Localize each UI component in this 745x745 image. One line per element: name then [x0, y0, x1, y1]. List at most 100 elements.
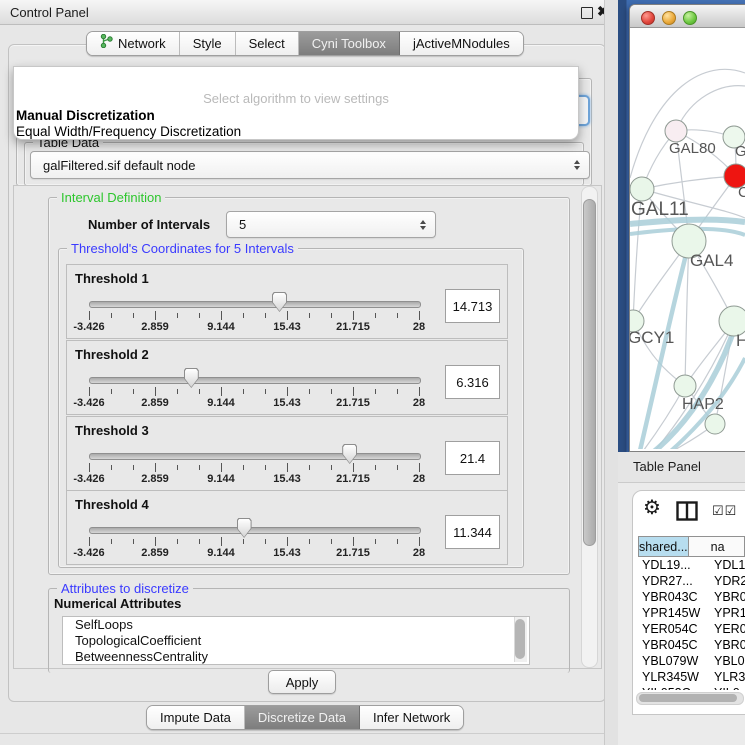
mode-tab-impute-data[interactable]: Impute Data [147, 706, 245, 729]
settings-scrollbar[interactable] [581, 186, 598, 668]
tick-label: 28 [413, 547, 425, 559]
tick-mark [331, 389, 332, 394]
tick-mark [243, 313, 244, 318]
threshold-slider-handle[interactable] [237, 518, 252, 538]
tab-select[interactable]: Select [236, 32, 299, 55]
top-right-node-label: G [735, 143, 745, 160]
cell-shared-name: YLR345W [638, 669, 710, 685]
table-row[interactable]: YBR043CYBR0 [638, 589, 745, 605]
tick-label: 2.859 [141, 397, 169, 409]
tick-mark [331, 539, 332, 544]
panel-divider[interactable] [604, 0, 619, 745]
table-row[interactable]: YPR145WYPR1 [638, 605, 745, 621]
split-columns-icon[interactable] [676, 501, 698, 526]
threshold-slider-handle[interactable] [342, 444, 357, 464]
tick-label: 9.144 [207, 321, 235, 333]
settings-scrollbar-thumb[interactable] [583, 199, 596, 546]
node-attribute-table[interactable]: shared... na YDL19...YDL1YDR27...YDR2YBR… [638, 536, 745, 690]
threshold-value-field[interactable]: 21.4 [445, 441, 500, 475]
float-window-icon[interactable] [581, 7, 593, 19]
threshold-slider-track[interactable] [89, 377, 421, 384]
threshold-value-field[interactable]: 6.316 [445, 365, 500, 399]
gal80-node-label: GAL80 [669, 140, 716, 157]
table-row[interactable]: YBR045CYBR0 [638, 637, 745, 653]
apply-button-label: Apply [286, 675, 319, 690]
tick-mark [199, 389, 200, 394]
numerical-attributes-label: Numerical Attributes [54, 596, 181, 611]
network-edge[interactable] [642, 176, 736, 189]
popup-option-manual-discretization[interactable]: Manual Discretization [16, 108, 155, 123]
numerical-attributes-list[interactable]: SelfLoopsTopologicalCoefficientBetweenne… [62, 616, 530, 665]
cell-name: YBL0 [710, 653, 745, 669]
threshold-slider-track[interactable] [89, 527, 421, 534]
table-row[interactable]: YER054CYER0 [638, 621, 745, 637]
table-row[interactable]: YDL19...YDL1 [638, 557, 745, 573]
mac-minimize-icon[interactable] [662, 11, 676, 25]
threshold-value-field[interactable]: 11.344 [445, 515, 500, 549]
tick-mark [309, 313, 310, 318]
combo-spinner-icon [574, 160, 580, 170]
tab-jactivemnodules[interactable]: jActiveMNodules [400, 32, 523, 55]
number-of-intervals-value: 5 [239, 217, 246, 232]
table-row[interactable]: YLR345WYLR3 [638, 669, 745, 685]
tick-mark [265, 313, 266, 318]
attribute-list-item[interactable]: TopologicalCoefficient [63, 633, 529, 649]
tab-label: Network [118, 32, 166, 55]
tick-mark [419, 463, 420, 472]
bottom-node[interactable] [705, 414, 725, 434]
threshold-slider-handle[interactable] [272, 292, 287, 312]
attribute-list-item[interactable]: SelfLoops [63, 617, 529, 633]
window-bottom-edge [0, 733, 612, 734]
hap2-node[interactable] [674, 375, 696, 397]
slider-ticks [89, 387, 419, 396]
gear-icon[interactable]: ⚙ [643, 498, 661, 518]
mode-tab-infer-network[interactable]: Infer Network [360, 706, 463, 729]
slider-tick-labels: -3.4262.8599.14415.4321.71528 [89, 397, 419, 409]
select-columns-checkbox-icons[interactable]: ☑☑ [712, 503, 737, 519]
mac-close-icon[interactable] [641, 11, 655, 25]
tick-label: 21.715 [336, 321, 370, 333]
tab-network[interactable]: Network [87, 32, 180, 55]
interval-definition-title: Interval Definition [57, 190, 165, 205]
h-node-label: H [736, 331, 745, 350]
threshold-slider-track[interactable] [89, 453, 421, 460]
network-edge[interactable] [630, 69, 745, 178]
tick-label: -3.426 [73, 473, 104, 485]
tick-mark [111, 465, 112, 470]
attribute-list-item[interactable]: BetweennessCentrality [63, 649, 529, 665]
threshold-slider-handle[interactable] [184, 368, 199, 388]
threshold-label: Threshold 2 [75, 347, 149, 362]
network-canvas[interactable]: GAL80GCGAL11GAL4GCY1HHAP2 [630, 28, 745, 449]
apply-button[interactable]: Apply [268, 670, 336, 694]
network-edge[interactable] [676, 86, 745, 131]
network-edge[interactable] [630, 386, 685, 449]
table-horizontal-scrollbar-thumb[interactable] [639, 694, 737, 702]
attributes-scrollbar-thumb[interactable] [515, 619, 525, 659]
column-header-name[interactable]: na [689, 536, 745, 557]
threshold-value-field[interactable]: 14.713 [445, 289, 500, 323]
column-header-shared-name[interactable]: shared... [638, 536, 689, 557]
table-row[interactable]: YDR27...YDR2 [638, 573, 745, 589]
mac-zoom-icon[interactable] [683, 11, 697, 25]
tick-mark [309, 465, 310, 470]
threshold-slider-track[interactable] [89, 301, 421, 308]
tick-label: 28 [413, 473, 425, 485]
tick-mark [265, 465, 266, 470]
gal80-node[interactable] [665, 120, 687, 142]
tab-style[interactable]: Style [180, 32, 236, 55]
popup-option-equal-width-frequency[interactable]: Equal Width/Frequency Discretization [16, 124, 241, 139]
table-data-combo[interactable]: galFiltered.sif default node [30, 151, 590, 179]
tab-cyni-toolbox[interactable]: Cyni Toolbox [299, 32, 400, 55]
table-row[interactable]: YBL079WYBL0 [638, 653, 745, 669]
number-of-intervals-combo[interactable]: 5 [226, 211, 436, 238]
mode-tab-label: Impute Data [160, 706, 231, 729]
tick-mark [353, 537, 354, 546]
tick-mark [89, 387, 90, 396]
table-row[interactable]: YIL052CYIL0 [638, 685, 745, 690]
gal11-node[interactable] [630, 177, 654, 201]
mode-tab-discretize-data[interactable]: Discretize Data [245, 706, 360, 729]
network-icon [100, 32, 113, 55]
tick-mark [155, 537, 156, 546]
tick-mark [89, 311, 90, 320]
tick-mark [89, 537, 90, 546]
